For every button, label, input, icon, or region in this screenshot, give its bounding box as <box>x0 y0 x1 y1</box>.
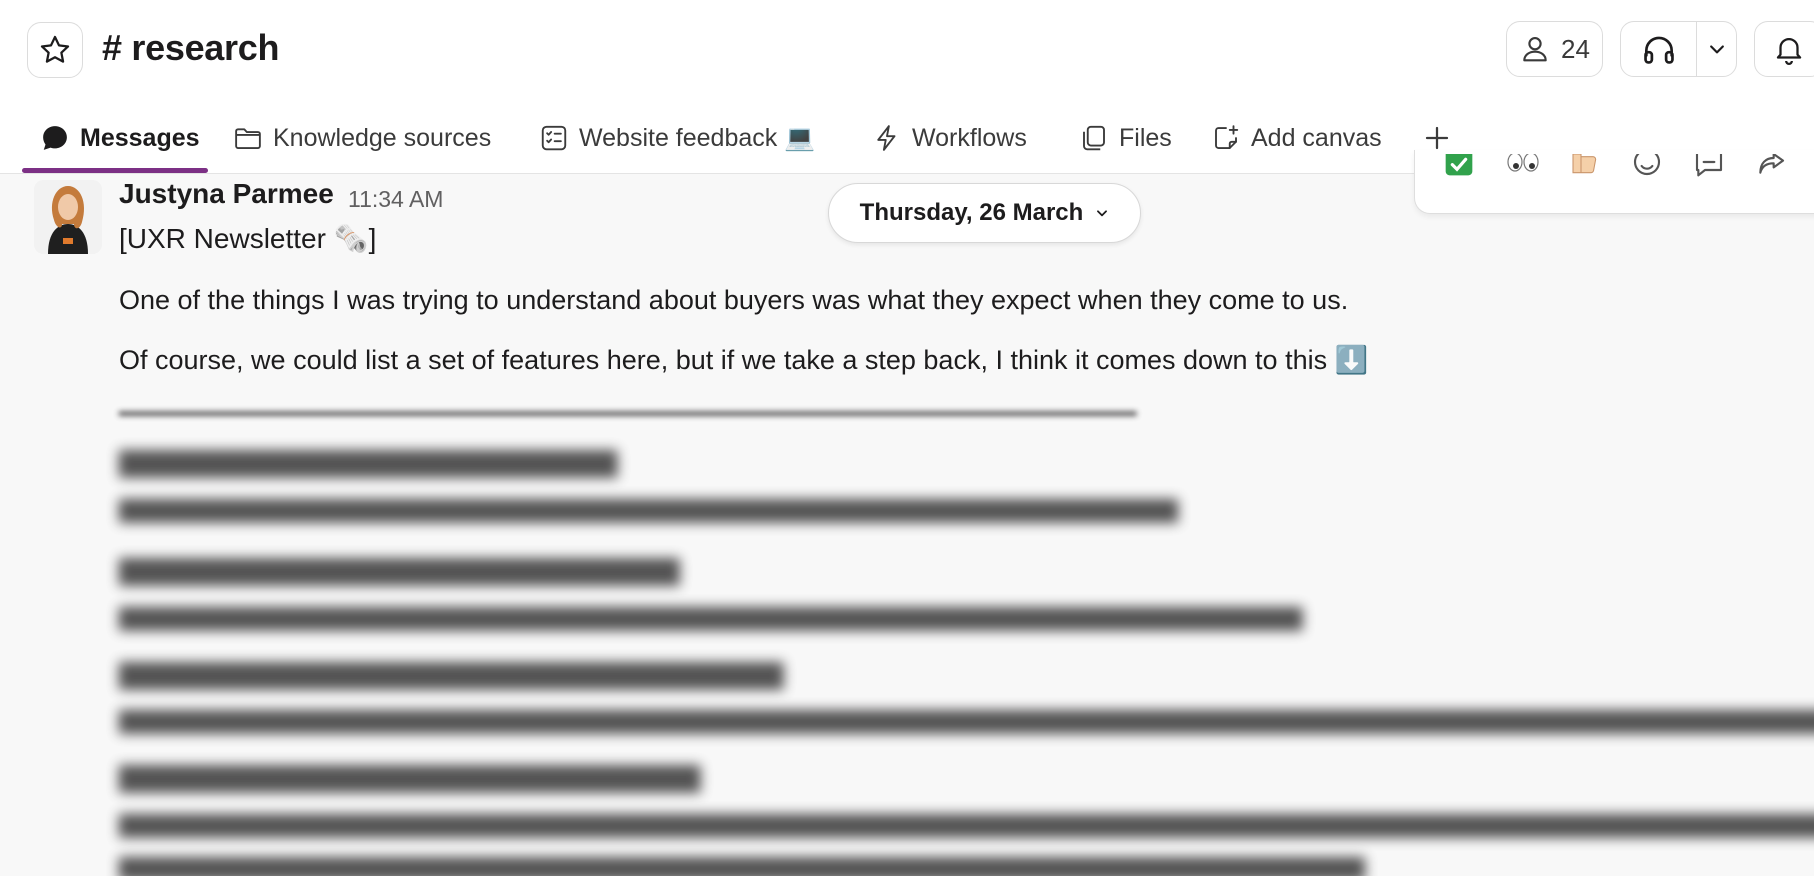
blurred-message-content: ▁▁▁▁▁▁▁▁▁▁▁▁▁▁▁▁▁▁▁▁▁▁▁▁▁▁▁▁▁▁▁▁▁▁▁▁▁▁▁▁… <box>0 385 1814 876</box>
thumbs-up-emoji-icon <box>1572 154 1597 174</box>
reaction-eyes-button[interactable] <box>1503 150 1543 190</box>
bell-icon <box>1776 38 1802 65</box>
share-message-button[interactable] <box>1751 150 1791 190</box>
blurred-line: ▆▆▆▆▆▆▆▆▆▆▆▆▆▆▆▆▆▆▆▆▆▆▆▆▆▆▆▆▆▆▆▆▆▆▆▆▆▆▆▆… <box>119 807 1814 837</box>
tab-label: Workflows <box>912 123 1027 152</box>
blurred-line: ▇▇▇▇▇▇▇▇▇▇▇▇▇▇▇▇▇▇▇▇▇▇▇▇▇▇▇▇▇▇▇▇ <box>119 659 784 689</box>
reaction-thumbsup-button[interactable] <box>1565 150 1605 190</box>
headphones-icon <box>1643 36 1674 64</box>
tab-label: Knowledge sources <box>273 123 492 152</box>
add-reaction-button[interactable] <box>1627 150 1667 190</box>
tab-label: Files <box>1119 123 1172 152</box>
tab-label: Messages <box>80 123 200 152</box>
tab-messages[interactable]: Messages <box>40 118 200 158</box>
tab-knowledge-sources[interactable]: Knowledge sources <box>233 118 491 158</box>
chat-bubble-icon <box>43 126 67 150</box>
message-actions-toolbar <box>1414 150 1814 214</box>
share-icon <box>1759 154 1785 174</box>
tab-files[interactable]: Files <box>1079 118 1172 158</box>
blurred-line: ▇▇▇▇▇▇▇▇▇▇▇▇▇▇▇▇▇▇▇▇▇▇▇▇ <box>119 447 618 477</box>
plus-icon <box>1425 126 1449 150</box>
reply-thread-icon <box>1695 154 1723 177</box>
date-divider-label: Thursday, 26 March <box>859 199 1084 226</box>
message-line: One of the things I was trying to unders… <box>119 285 1349 315</box>
members-button[interactable]: 24 <box>1506 21 1603 77</box>
reaction-check-button[interactable] <box>1439 150 1479 190</box>
person-icon <box>1523 37 1547 62</box>
folder-icon <box>235 128 261 149</box>
star-channel-button[interactable] <box>27 22 83 78</box>
channel-header: # research 24 <box>0 0 1814 100</box>
chevron-down-icon <box>1709 45 1724 54</box>
lightning-icon <box>877 125 896 151</box>
message-timestamp[interactable]: 11:34 AM <box>348 186 443 213</box>
star-icon <box>40 35 70 63</box>
message-line: Of course, we could list a set of featur… <box>119 345 1369 375</box>
huddle-control <box>1620 21 1737 77</box>
reply-in-thread-button[interactable] <box>1689 150 1729 190</box>
blurred-line: ▆▆▆▆▆▆▆▆▆▆▆▆▆▆▆▆▆▆▆▆▆▆▆▆▆▆▆▆▆▆▆▆▆▆▆▆▆▆▆▆… <box>119 600 1303 630</box>
check-mark-emoji-icon <box>1445 154 1473 176</box>
channel-title[interactable]: # research <box>102 27 279 69</box>
blurred-line: ▆▆▆▆▆▆▆▆▆▆▆▆▆▆▆▆▆▆▆▆▆▆▆▆▆▆▆▆▆▆▆▆▆▆▆▆▆▆▆▆… <box>119 492 1178 522</box>
emoji-add-icon <box>1633 154 1661 176</box>
tab-label: Website feedback 💻 <box>579 123 816 152</box>
blurred-line: ▁▁▁▁▁▁▁▁▁▁▁▁▁▁▁▁▁▁▁▁▁▁▁▁▁▁▁▁▁▁▁▁▁▁▁▁▁▁▁▁… <box>119 385 1137 415</box>
huddle-button[interactable] <box>1621 22 1697 76</box>
blurred-line: ▆▆▆▆▆▆▆▆▆▆▆▆▆▆▆▆▆▆▆▆▆▆▆▆▆▆▆▆▆▆▆▆▆▆▆▆▆▆▆▆… <box>119 850 1365 876</box>
files-icon <box>1083 125 1105 151</box>
message-author[interactable]: Justyna Parmee <box>119 178 334 210</box>
huddle-options-button[interactable] <box>1697 39 1736 59</box>
blurred-line: ▆▆▆▆▆▆▆▆▆▆▆▆▆▆▆▆▆▆▆▆▆▆▆▆▆▆▆▆▆▆▆▆▆▆▆▆▆▆▆▆… <box>119 703 1814 733</box>
tab-add-canvas[interactable]: Add canvas <box>1211 118 1382 158</box>
chevron-down-icon <box>1097 210 1108 217</box>
tab-website-feedback[interactable]: Website feedback 💻 <box>539 118 815 158</box>
eyes-emoji-icon <box>1507 154 1539 172</box>
checklist-icon <box>541 125 567 151</box>
canvas-add-icon <box>1215 125 1239 149</box>
tab-label: Add canvas <box>1251 123 1382 152</box>
blurred-line: ▇▇▇▇▇▇▇▇▇▇▇▇▇▇▇▇▇▇▇▇▇▇▇▇▇▇▇ <box>119 555 680 585</box>
member-count: 24 <box>1561 33 1590 64</box>
tab-workflows[interactable]: Workflows <box>872 118 1027 158</box>
avatar[interactable] <box>34 180 102 254</box>
message-title: [UXR Newsletter 🗞️] <box>119 223 377 254</box>
date-divider-button[interactable]: Thursday, 26 March <box>828 183 1141 243</box>
active-tab-indicator <box>22 168 208 173</box>
blurred-line: ▇▇▇▇▇▇▇▇▇▇▇▇▇▇▇▇▇▇▇▇▇▇▇▇▇▇▇▇ <box>119 762 701 792</box>
notifications-button[interactable] <box>1754 21 1814 77</box>
